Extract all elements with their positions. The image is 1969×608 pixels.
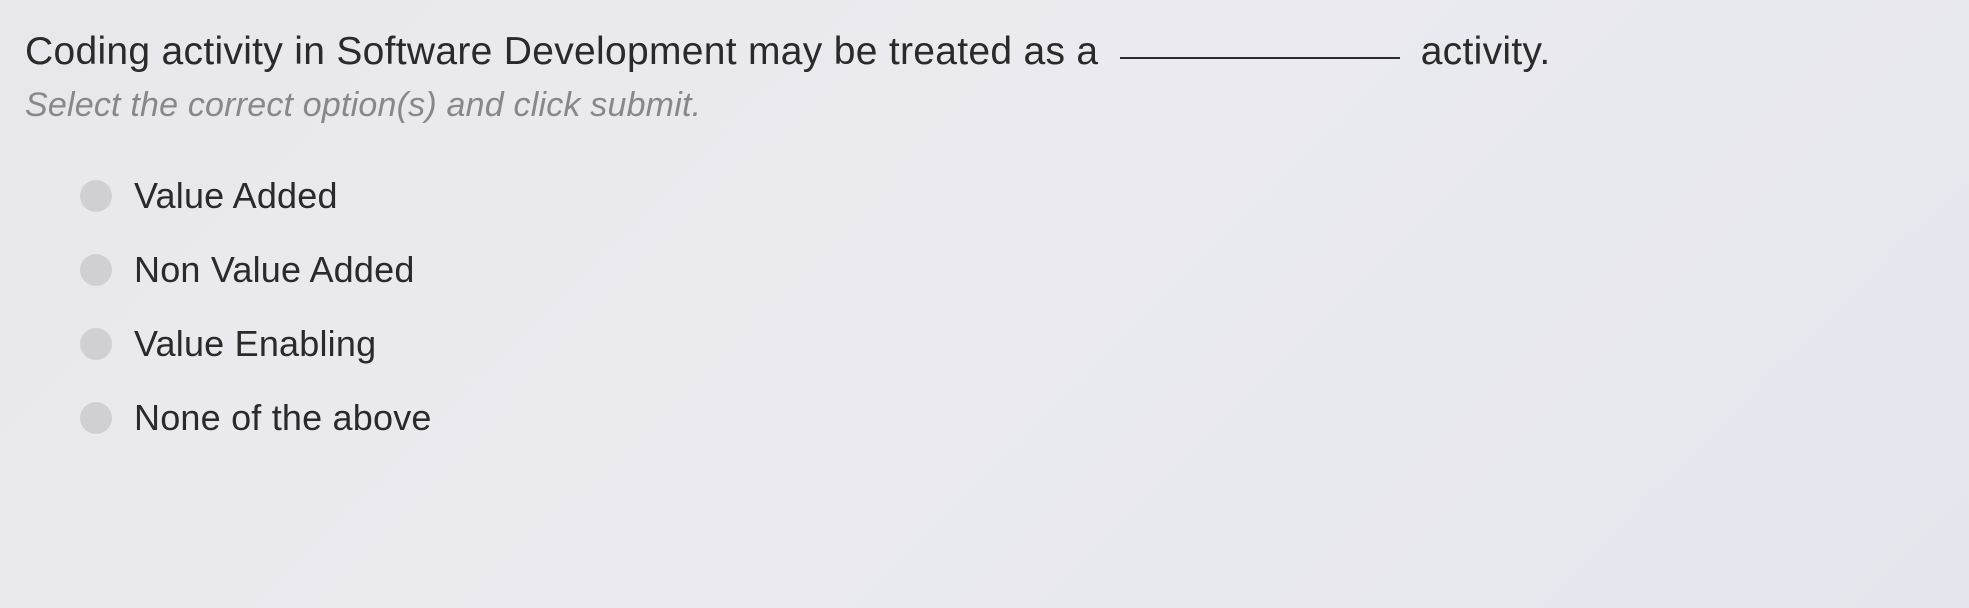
option-none-of-above[interactable]: None of the above bbox=[80, 397, 1944, 439]
option-label: Non Value Added bbox=[134, 249, 415, 291]
option-label: None of the above bbox=[134, 397, 432, 439]
option-non-value-added[interactable]: Non Value Added bbox=[80, 249, 1944, 291]
option-label: Value Enabling bbox=[134, 323, 376, 365]
option-value-enabling[interactable]: Value Enabling bbox=[80, 323, 1944, 365]
radio-icon bbox=[80, 328, 112, 360]
question-before-blank: Coding activity in Software Development … bbox=[25, 30, 1098, 73]
option-value-added[interactable]: Value Added bbox=[80, 175, 1944, 217]
option-label: Value Added bbox=[134, 175, 338, 217]
radio-icon bbox=[80, 254, 112, 286]
instruction-text: Select the correct option(s) and click s… bbox=[25, 86, 1944, 125]
question-text: Coding activity in Software Development … bbox=[25, 30, 1944, 74]
radio-icon bbox=[80, 402, 112, 434]
question-after-blank: activity. bbox=[1421, 30, 1551, 73]
radio-icon bbox=[80, 180, 112, 212]
fill-in-blank bbox=[1120, 57, 1400, 59]
options-container: Value Added Non Value Added Value Enabli… bbox=[25, 175, 1944, 439]
